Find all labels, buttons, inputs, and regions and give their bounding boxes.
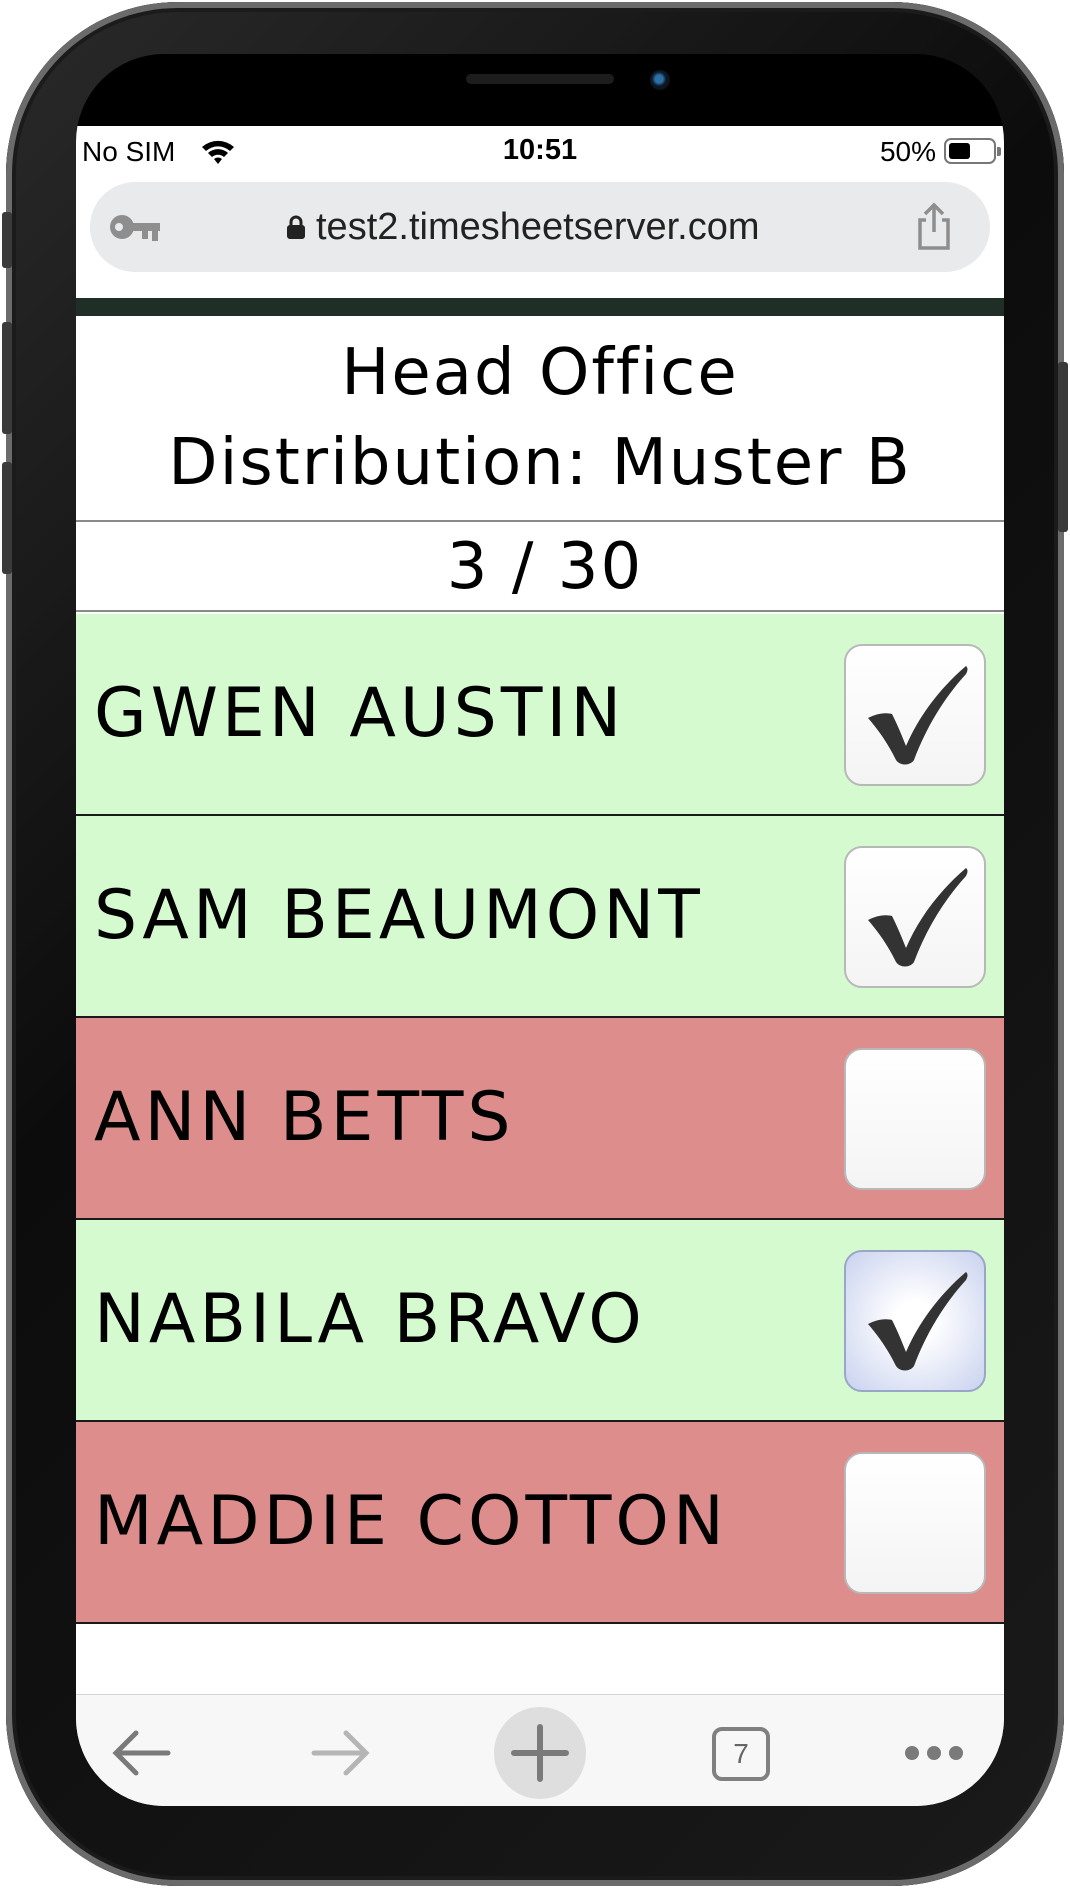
people-list: GWEN AUSTIN SAM BEAUMONT ANN BETTS NABILA B… xyxy=(76,614,1004,1624)
page-title: Head Office Distribution: Muster B xyxy=(76,316,1004,522)
browser-toolbar: 7 xyxy=(76,1694,1004,1806)
mute-switch xyxy=(2,212,12,268)
url-text[interactable]: test2.timesheetserver.com xyxy=(316,206,760,249)
power-button xyxy=(1058,362,1068,532)
battery-fill xyxy=(949,143,970,159)
front-camera xyxy=(650,70,670,90)
person-name: SAM BEAUMONT xyxy=(94,876,704,955)
attendance-checkbox[interactable] xyxy=(844,1452,986,1594)
phone-frame: No SIM 10:51 50% test2.timesheetserver.c… xyxy=(2,2,1068,1886)
person-name: MADDIE COTTON xyxy=(94,1482,728,1561)
attendance-checkbox[interactable] xyxy=(844,1250,986,1392)
person-row[interactable]: MADDIE COTTON xyxy=(76,1422,1004,1624)
volume-down-button xyxy=(2,462,12,574)
person-row[interactable]: ANN BETTS xyxy=(76,1018,1004,1220)
key-icon[interactable] xyxy=(108,210,164,244)
notch xyxy=(280,54,800,124)
status-bar: No SIM 10:51 50% xyxy=(76,126,1004,178)
back-arrow-icon[interactable] xyxy=(98,1707,190,1799)
person-name: ANN BETTS xyxy=(94,1078,515,1157)
tabs-icon[interactable]: 7 xyxy=(712,1727,770,1781)
volume-up-button xyxy=(2,322,12,434)
share-icon[interactable] xyxy=(914,202,954,252)
person-name: NABILA BRAVO xyxy=(94,1280,646,1359)
attendance-checkbox[interactable] xyxy=(844,644,986,786)
title-line-2: Distribution: Muster B xyxy=(168,426,912,500)
battery-percent: 50% xyxy=(879,136,936,167)
person-name: GWEN AUSTIN xyxy=(94,674,626,753)
person-row[interactable]: GWEN AUSTIN xyxy=(76,614,1004,816)
status-clock: 10:51 xyxy=(502,134,578,166)
checkmark-icon xyxy=(868,666,968,765)
person-row[interactable]: SAM BEAUMONT xyxy=(76,816,1004,1018)
attendance-checkbox[interactable] xyxy=(844,1048,986,1190)
phone-screen: No SIM 10:51 50% test2.timesheetserver.c… xyxy=(76,54,1004,1806)
earpiece-speaker xyxy=(466,74,614,84)
checkmark-icon xyxy=(868,1272,968,1371)
battery-icon xyxy=(944,138,1001,164)
muster-count: 3 / 30 xyxy=(76,522,1004,612)
title-line-1: Head Office xyxy=(341,336,739,410)
new-tab-plus-icon[interactable] xyxy=(494,1707,586,1799)
display: No SIM 10:51 50% test2.timesheetserver.c… xyxy=(76,126,1004,1806)
address-bar[interactable]: test2.timesheetserver.com xyxy=(90,182,990,272)
checkmark-icon xyxy=(868,868,968,967)
forward-arrow-icon[interactable] xyxy=(292,1707,384,1799)
lock-icon xyxy=(287,215,305,239)
attendance-checkbox[interactable] xyxy=(844,846,986,988)
person-row[interactable]: NABILA BRAVO xyxy=(76,1220,1004,1422)
more-icon[interactable] xyxy=(888,1707,980,1799)
header-accent-bar xyxy=(76,298,1004,316)
